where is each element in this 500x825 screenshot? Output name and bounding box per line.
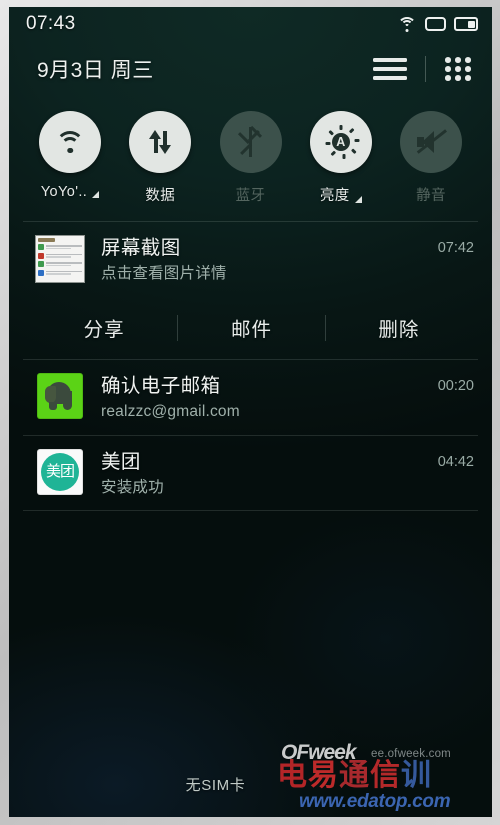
- phone-screen: 07:43 9月3日 周三 YoYo'.. 数据 蓝牙 A 亮度 静音 屏幕截图…: [9, 7, 492, 817]
- notification-divider: [23, 510, 478, 512]
- notification-subtitle: 点击查看图片详情: [101, 265, 227, 283]
- status-bar: 07:43: [9, 7, 492, 41]
- shade-header: 9月3日 周三: [9, 41, 492, 97]
- watermark-cn-char: 通: [339, 759, 370, 792]
- notification-subtitle: realzzc@gmail.com: [101, 403, 240, 421]
- notification-title: 美团: [101, 450, 141, 473]
- quick-toggle-label-wrap: 亮度: [320, 184, 362, 205]
- notification-actions-screenshot: 分享 邮件 删除: [9, 297, 492, 359]
- chevron-expand-icon[interactable]: [92, 191, 100, 198]
- quick-toggle-wifi[interactable]: YoYo'..: [31, 111, 109, 205]
- watermark-group: OFweek ee.ofweek.com 电易通信训 www.edatop.co…: [275, 739, 490, 815]
- mute-toggle-circle: [400, 111, 462, 173]
- elephant-icon: [45, 381, 75, 410]
- battery-icon: [454, 17, 478, 31]
- watermark-edatop: www.edatop.com: [299, 791, 451, 812]
- chevron-expand-icon[interactable]: [354, 196, 362, 203]
- screenshot-thumbnail: [35, 235, 85, 283]
- action-email[interactable]: 邮件: [178, 313, 324, 342]
- notification-item-screenshot[interactable]: 屏幕截图 点击查看图片详情 07:42: [9, 222, 492, 297]
- notification-item-meituan[interactable]: 美团 美团 安装成功 04:42: [9, 436, 492, 511]
- header-divider: [425, 56, 426, 82]
- data-toggle-circle: [129, 111, 192, 173]
- mute-icon: [416, 129, 448, 155]
- wifi-icon: [55, 131, 85, 153]
- status-icon-group: [397, 16, 478, 32]
- watermark-cn-char: 信: [370, 759, 401, 792]
- watermark-cn-char: 训: [401, 759, 432, 792]
- notification-title: 屏幕截图: [101, 237, 181, 259]
- notification-list: 屏幕截图 点击查看图片详情 07:42 分享 邮件 删除 确认电子邮箱 real…: [9, 221, 492, 512]
- notification-body: 美团 安装成功: [101, 449, 428, 498]
- photo-frame: 07:43 9月3日 周三 YoYo'.. 数据 蓝牙 A 亮度 静音 屏幕截图…: [0, 0, 500, 825]
- notification-subtitle: 安装成功: [101, 478, 164, 496]
- quick-toggle-label: 亮度: [319, 188, 350, 204]
- header-actions: [373, 56, 472, 82]
- bluetooth-toggle-circle: [219, 111, 282, 173]
- auto-brightness-letter: A: [331, 133, 350, 151]
- action-share[interactable]: 分享: [31, 313, 177, 342]
- notification-title: 确认电子邮箱: [101, 374, 221, 397]
- status-clock: 07:43: [26, 13, 76, 34]
- quick-toggle-label: 蓝牙: [235, 188, 266, 204]
- evernote-app-icon: [37, 372, 83, 419]
- meituan-logo-text: 美团: [41, 452, 79, 491]
- sim-icon: [425, 17, 446, 31]
- quick-toggle-label: 静音: [416, 188, 446, 204]
- quick-toggle-mute[interactable]: 静音: [392, 111, 470, 205]
- quick-toggle-label-wrap: YoYo'..: [40, 184, 100, 200]
- action-delete[interactable]: 删除: [326, 313, 472, 342]
- brightness-auto-icon: A: [324, 125, 360, 159]
- watermark-cn-char: 电: [277, 759, 308, 792]
- notification-icon: [33, 372, 87, 419]
- no-sim-label: 无SIM卡: [185, 777, 246, 794]
- quick-toggle-brightness[interactable]: A 亮度: [302, 111, 380, 205]
- quick-settings-row: YoYo'.. 数据 蓝牙 A 亮度 静音: [9, 97, 492, 211]
- notification-body: 屏幕截图 点击查看图片详情: [101, 235, 428, 284]
- notification-item-evernote[interactable]: 确认电子邮箱 realzzc@gmail.com 00:20: [9, 360, 492, 435]
- notification-icon: [33, 235, 87, 283]
- notification-icon: 美团: [33, 448, 87, 495]
- quick-toggle-bluetooth[interactable]: 蓝牙: [212, 111, 290, 205]
- quick-toggle-data[interactable]: 数据: [121, 111, 199, 205]
- quick-toggle-label: 数据: [145, 188, 176, 204]
- quick-toggle-label-wrap: 静音: [416, 184, 446, 205]
- quick-toggle-label-wrap: 蓝牙: [236, 184, 266, 205]
- wifi-toggle-circle: [39, 111, 101, 173]
- watermark-cn-char: 易: [308, 759, 339, 792]
- data-sync-icon: [145, 127, 175, 157]
- notification-time: 00:20: [437, 377, 474, 394]
- meituan-app-icon: 美团: [37, 448, 83, 495]
- quick-toggle-label: YoYo'..: [40, 184, 88, 200]
- watermark-chinese: 电易通信训: [277, 761, 432, 791]
- notification-body: 确认电子邮箱 realzzc@gmail.com: [101, 373, 428, 422]
- wifi-icon: [397, 16, 417, 32]
- notification-time: 07:42: [437, 240, 474, 256]
- quick-toggle-label-wrap: 数据: [145, 184, 175, 205]
- bluetooth-icon: [237, 125, 264, 157]
- notification-time: 04:42: [437, 453, 474, 470]
- list-icon[interactable]: [373, 56, 407, 82]
- date-label: 9月3日 周三: [37, 59, 154, 82]
- grid-icon[interactable]: [444, 56, 472, 82]
- brightness-toggle-circle: A: [309, 111, 372, 173]
